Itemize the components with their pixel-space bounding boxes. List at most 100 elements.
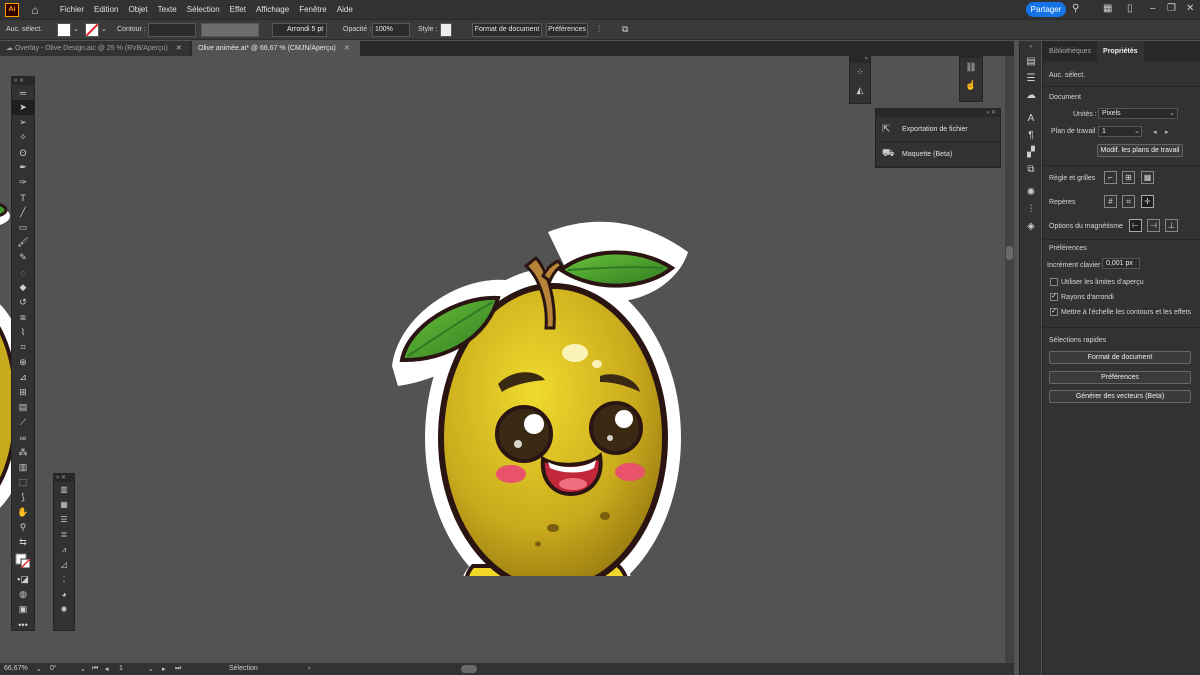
panel-collapse-icon[interactable]: « xyxy=(1020,41,1042,53)
brush-definition[interactable]: Arrondi 5 pt xyxy=(272,23,327,37)
stacked-bar-graph-icon[interactable]: ≣ xyxy=(54,527,74,542)
slice-tool-icon[interactable]: ⟆ xyxy=(12,490,34,505)
tab-libraries[interactable]: Bibliothèques xyxy=(1043,41,1097,61)
menu-aide[interactable]: Aide xyxy=(332,5,358,14)
scale-tool-icon[interactable]: ⧈ xyxy=(12,310,34,325)
close-tab-icon[interactable]: ✕ xyxy=(176,45,182,52)
selection-tool-icon[interactable]: ➤ xyxy=(12,100,34,115)
snap-to-point-icon[interactable]: ⊢ xyxy=(1129,219,1142,232)
paragraph-icon[interactable]: ¶ xyxy=(1020,127,1042,144)
search-icon[interactable]: ⚲ xyxy=(1072,3,1079,14)
units-dropdown-icon[interactable]: ⌄ xyxy=(1169,109,1175,117)
rotation-value[interactable]: 0° xyxy=(50,665,57,672)
tab-olive-animee[interactable]: Olive animée.ai* @ 66,67 % (CMJN/Aperçu)… xyxy=(192,41,360,56)
appearance-icon[interactable]: ✺ xyxy=(1020,184,1042,201)
paintbrush-tool-icon[interactable]: 🖌 xyxy=(12,235,34,250)
puppet-icon[interactable]: ☝ xyxy=(960,76,982,94)
artboard-dropdown-icon[interactable]: ⌄ xyxy=(148,665,154,673)
edit-artboards-button[interactable]: Modif. les plans de travail xyxy=(1097,144,1183,157)
snap-to-glyph-icon[interactable]: ⊥ xyxy=(1165,219,1178,232)
color-mode-icons[interactable]: ▪◪ xyxy=(12,572,34,587)
shape-builder-tool-icon[interactable]: ⊕ xyxy=(12,355,34,370)
pencil-tool-icon[interactable]: ✎ xyxy=(12,250,34,265)
rectangle-tool-icon[interactable]: ▭ xyxy=(12,220,34,235)
drawing-mode-icon[interactable]: ◍ xyxy=(12,587,34,602)
menu-selection[interactable]: Sélection xyxy=(182,5,225,14)
next-artboard-arrow-icon[interactable]: ▸ xyxy=(1165,128,1169,136)
fill-stroke-swatches[interactable] xyxy=(12,550,34,572)
lock-guides-icon[interactable]: ⌗ xyxy=(1122,195,1135,208)
column-graph-tool-icon[interactable]: ▥ xyxy=(12,460,34,475)
corner-radius-checkbox[interactable]: ✓ xyxy=(1050,293,1058,301)
first-artboard-icon[interactable]: ⏮ xyxy=(92,665,98,673)
artboard-tool-icon[interactable]: ⬚ xyxy=(12,475,34,490)
libraries-icon[interactable]: ☁ xyxy=(1020,87,1042,104)
document-format-button[interactable]: Format de document xyxy=(472,23,542,37)
menu-affichage[interactable]: Affichage xyxy=(251,5,294,14)
tab-overlay-olive[interactable]: ☁ Overlay - Olive Design.aic @ 25 % (RVB… xyxy=(0,41,190,56)
previous-artboard-icon[interactable]: ◂ xyxy=(105,665,109,673)
preview-bounds-checkbox[interactable] xyxy=(1050,278,1058,286)
fill-swatch[interactable] xyxy=(57,23,71,37)
eyedropper-tool-icon[interactable]: ⟋ xyxy=(12,415,34,430)
arrange-icon[interactable]: ▯ xyxy=(1127,3,1133,14)
more-tools-icon[interactable]: ••• xyxy=(12,617,34,632)
preferences-button[interactable]: Préférences xyxy=(546,23,588,37)
status-menu-icon[interactable]: › xyxy=(308,665,310,672)
units-select[interactable]: Pixels xyxy=(1098,108,1178,119)
horizontal-scroll-thumb[interactable] xyxy=(461,665,477,673)
swatches-icon[interactable]: ▞ xyxy=(1020,144,1042,161)
symbol-sprayer-tool-icon[interactable]: ⁂ xyxy=(12,445,34,460)
menu-texte[interactable]: Texte xyxy=(153,5,182,14)
pen-tool-icon[interactable]: ✒ xyxy=(12,160,34,175)
ruler-icon[interactable]: ⌐ xyxy=(1104,171,1117,184)
line-tool-icon[interactable]: ╱ xyxy=(12,205,34,220)
share-button[interactable]: Partager xyxy=(1026,2,1066,17)
layers-list-icon[interactable]: ☰ xyxy=(1020,70,1042,87)
artboards-icon[interactable]: ⁘ xyxy=(850,63,870,81)
menu-fichier[interactable]: Fichier xyxy=(55,5,89,14)
export-file-item[interactable]: ⇱ Exportation de fichier xyxy=(876,117,1000,142)
properties-panel-icon[interactable]: ▤ xyxy=(1020,53,1042,70)
shaper-tool-icon[interactable]: ◌ xyxy=(12,265,34,280)
stroke-swatch[interactable] xyxy=(85,23,99,37)
type-tool-icon[interactable]: T xyxy=(12,190,34,205)
generate-vectors-button[interactable]: Générer des vecteurs (Beta) xyxy=(1049,390,1191,403)
stroke-weight-field[interactable] xyxy=(148,23,196,37)
vertical-scrollbar[interactable] xyxy=(1005,56,1014,663)
key-increment-field[interactable]: 0,001 px xyxy=(1102,258,1140,269)
scale-strokes-checkbox[interactable]: ✓ xyxy=(1050,308,1058,316)
transform-icon[interactable]: ⧉ xyxy=(622,24,628,35)
tab-properties[interactable]: Propriétés xyxy=(1097,41,1144,61)
menu-objet[interactable]: Objet xyxy=(123,5,152,14)
smart-guides-icon[interactable]: ✛ xyxy=(1141,195,1154,208)
toolbar-grip-icon[interactable]: ═ xyxy=(12,85,34,100)
close-window-icon[interactable]: ✕ xyxy=(1186,3,1194,14)
panel-collapse-icon[interactable]: » xyxy=(850,56,870,63)
menu-fenetre[interactable]: Fenêtre xyxy=(294,5,332,14)
gradient-tool-icon[interactable]: ▤ xyxy=(12,400,34,415)
align-icon[interactable]: ⫶ xyxy=(598,24,600,35)
links-icon[interactable]: ⛓ xyxy=(960,58,982,76)
artboard-canvas[interactable]: » ⁘ ◭ » ✕ ⛓ ☝ xyxy=(0,56,1014,663)
zoom-level[interactable]: 66,67% xyxy=(4,665,28,672)
column-graph-icon[interactable]: ▥ xyxy=(54,482,74,497)
character-icon[interactable]: A xyxy=(1020,110,1042,127)
next-artboard-icon[interactable]: ▸ xyxy=(162,665,166,673)
opacity-field[interactable]: 100% xyxy=(372,23,410,37)
rotation-dropdown-icon[interactable]: ⌄ xyxy=(80,665,86,673)
snap-to-pixel-icon[interactable]: ⊣ xyxy=(1147,219,1160,232)
scatter-graph-icon[interactable]: ⁚ xyxy=(54,572,74,587)
olive-character-artwork[interactable] xyxy=(378,176,693,576)
restore-icon[interactable]: ❐ xyxy=(1167,3,1176,14)
screen-mode-icon[interactable]: ▣ xyxy=(12,602,34,617)
transparency-grid-icon[interactable]: ▦ xyxy=(1141,171,1154,184)
quick-preferences-button[interactable]: Préférences xyxy=(1049,371,1191,384)
variable-width-profile[interactable] xyxy=(201,23,259,37)
zoom-tool-icon[interactable]: ⚲ xyxy=(12,520,34,535)
mockup-item[interactable]: ⛟ Maquette (Beta) xyxy=(876,142,1000,167)
previous-artboard-arrow-icon[interactable]: ◂ xyxy=(1153,128,1157,136)
scroll-thumb[interactable] xyxy=(1006,246,1013,260)
lasso-tool-icon[interactable]: ʘ xyxy=(12,145,34,160)
free-transform-tool-icon[interactable]: ⌗ xyxy=(12,340,34,355)
